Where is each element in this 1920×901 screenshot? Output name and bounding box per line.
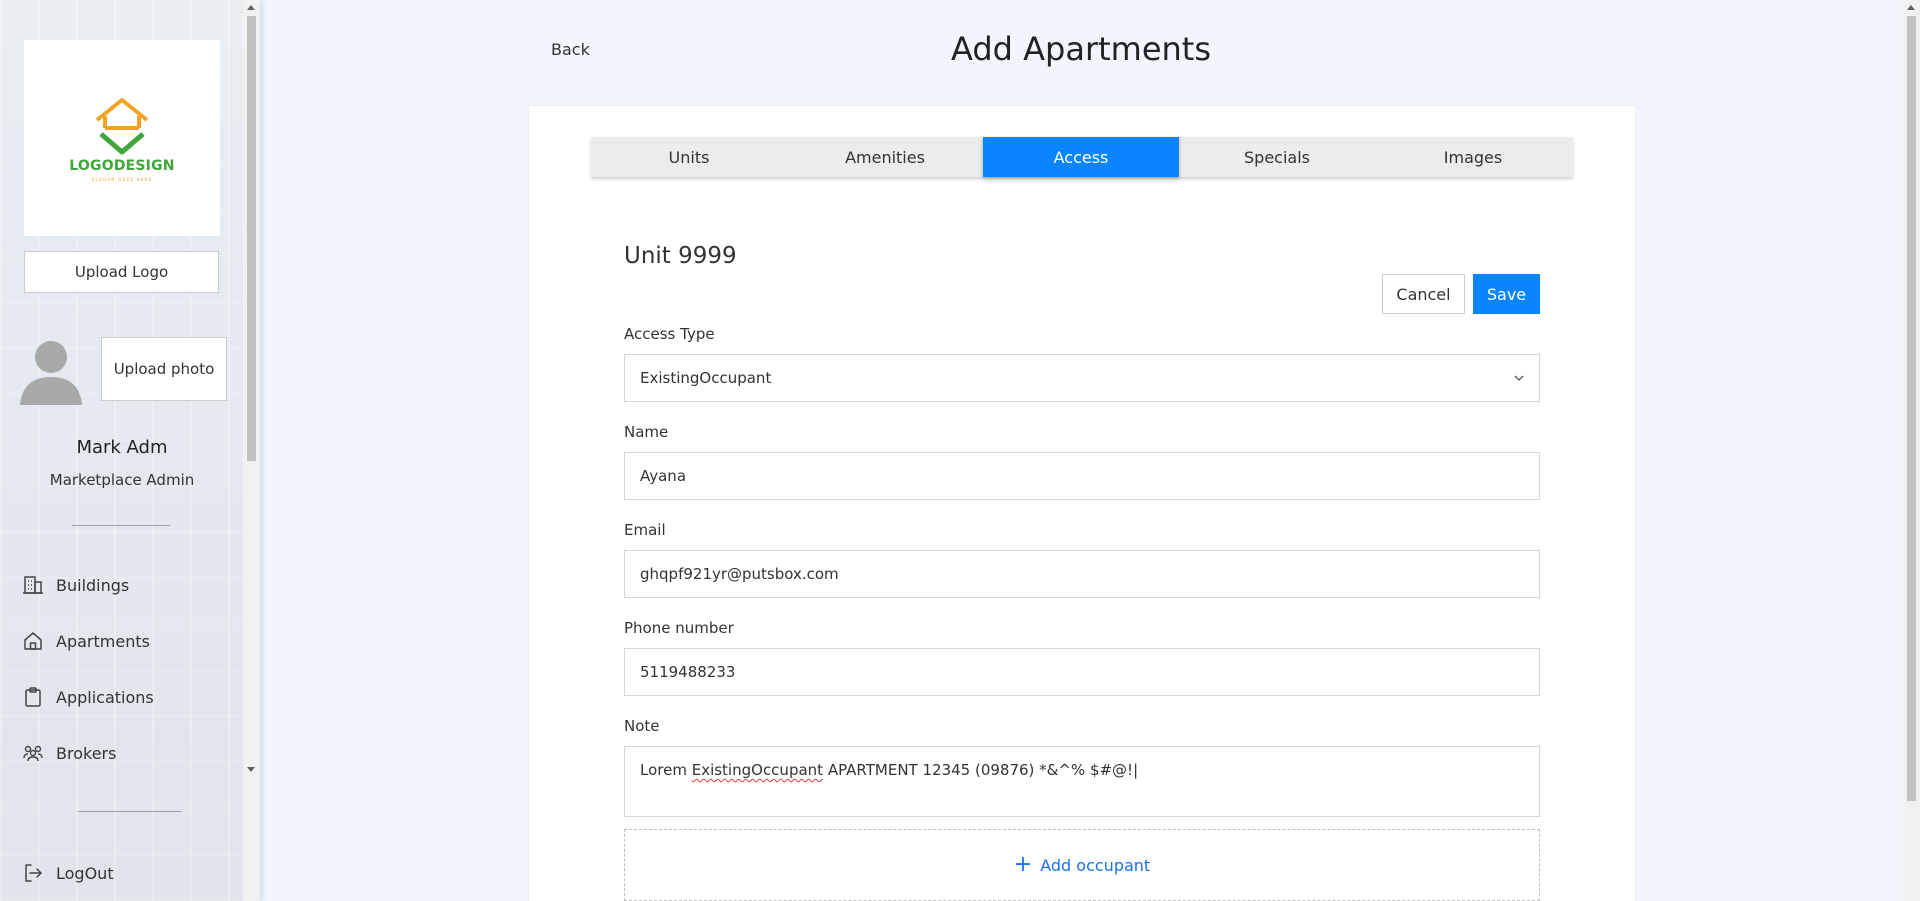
home-icon <box>24 632 42 650</box>
add-occupant-button[interactable]: + Add occupant <box>624 829 1540 901</box>
tab-specials[interactable]: Specials <box>1179 137 1375 177</box>
sidebar-item-brokers[interactable]: Brokers <box>22 742 116 764</box>
sidebar: LOGODESIGN SLOGAN GOES HERE Upload Logo … <box>0 0 260 901</box>
email-label: Email <box>624 521 666 539</box>
note-text: Lorem ExistingOccupant APARTMENT 12345 (… <box>640 761 1138 779</box>
user-role: Marketplace Admin <box>49 471 195 489</box>
tab-amenities[interactable]: Amenities <box>787 137 983 177</box>
add-occupant-label: Add occupant <box>1040 855 1151 875</box>
sidebar-item-apartments[interactable]: Apartments <box>22 630 150 652</box>
sidebar-scrollbar[interactable] <box>243 0 260 901</box>
note-text-prefix: Lorem <box>640 761 692 779</box>
back-link[interactable]: Back <box>551 40 590 59</box>
sidebar-item-label: Applications <box>56 687 154 707</box>
access-type-value: ExistingOccupant <box>640 369 772 387</box>
sidebar-item-applications[interactable]: Applications <box>22 686 154 708</box>
scrollbar-thumb[interactable] <box>1907 16 1916 801</box>
logout-button[interactable]: LogOut <box>22 862 114 884</box>
phone-label: Phone number <box>624 619 734 637</box>
upload-photo-button[interactable]: Upload photo <box>101 337 227 401</box>
name-label: Name <box>624 423 669 441</box>
logo-brand-text: LOGODESIGN <box>69 158 175 174</box>
plus-icon: + <box>1013 852 1033 877</box>
tab-bar: Units Amenities Access Specials Images <box>591 137 1573 177</box>
phone-input[interactable]: 5119488233 <box>624 648 1540 696</box>
house-logo-icon <box>95 98 149 155</box>
tab-units[interactable]: Units <box>591 137 787 177</box>
note-textarea[interactable]: Lorem ExistingOccupant APARTMENT 12345 (… <box>624 746 1540 817</box>
unit-title: Unit 9999 <box>624 243 737 269</box>
scrollbar-thumb[interactable] <box>247 16 256 461</box>
access-type-label: Access Type <box>624 325 715 343</box>
tab-access[interactable]: Access <box>983 137 1179 177</box>
upload-logo-button[interactable]: Upload Logo <box>24 251 219 293</box>
clipboard-icon <box>25 687 41 707</box>
cancel-button[interactable]: Cancel <box>1382 274 1465 314</box>
logout-label: LogOut <box>56 863 114 883</box>
sidebar-item-label: Buildings <box>56 575 130 595</box>
access-type-select[interactable]: ExistingOccupant <box>624 354 1540 402</box>
people-icon <box>23 745 43 762</box>
page-title: Add Apartments <box>951 30 1211 68</box>
logo-tagline: SLOGAN GOES HERE <box>91 177 153 182</box>
save-button[interactable]: Save <box>1473 274 1540 314</box>
sidebar-divider <box>72 525 170 526</box>
sidebar-item-label: Apartments <box>56 631 150 651</box>
tab-images[interactable]: Images <box>1375 137 1571 177</box>
avatar <box>20 341 82 405</box>
logout-icon <box>25 864 42 882</box>
email-input[interactable]: ghqpf921yr@putsbox.com <box>624 550 1540 598</box>
sidebar-divider <box>78 811 182 812</box>
scroll-up-arrow-icon[interactable] <box>247 5 255 10</box>
note-text-suffix: APARTMENT 12345 (09876) *&^% $#@!| <box>823 761 1139 779</box>
sidebar-item-buildings[interactable]: Buildings <box>22 574 129 596</box>
user-name: Mark Adm <box>76 437 168 458</box>
buildings-icon <box>23 576 43 594</box>
chevron-down-icon <box>1514 375 1524 381</box>
scroll-down-arrow-icon[interactable] <box>247 767 255 772</box>
name-input[interactable]: Ayana <box>624 452 1540 500</box>
note-label: Note <box>624 717 660 735</box>
page-scrollbar[interactable] <box>1903 0 1920 901</box>
scroll-up-arrow-icon[interactable] <box>1907 5 1915 10</box>
company-logo: LOGODESIGN SLOGAN GOES HERE <box>24 40 220 236</box>
sidebar-item-label: Brokers <box>56 743 117 763</box>
note-misspelled-word: ExistingOccupant <box>691 761 824 779</box>
